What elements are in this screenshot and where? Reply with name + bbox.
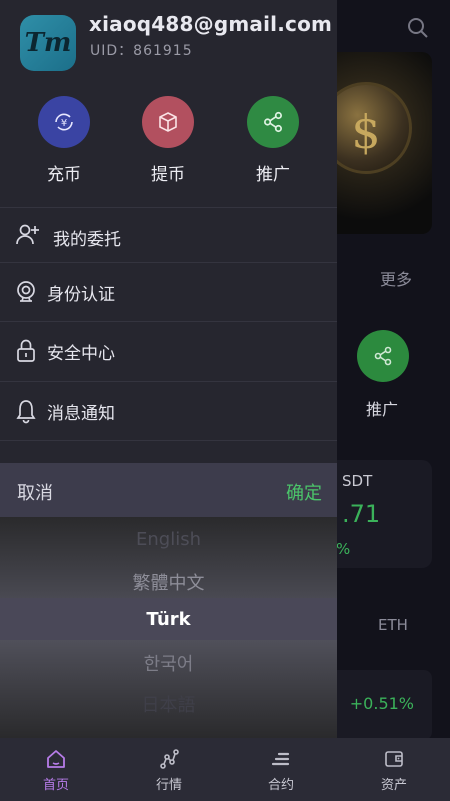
market-card-symbol: SDT [342, 472, 373, 490]
market-row-change: +0.51% [349, 694, 414, 713]
menu-item-label: 安全中心 [47, 343, 115, 364]
avatar[interactable]: Tm [20, 15, 76, 71]
nav-assets[interactable]: 资产 [359, 748, 429, 793]
deposit-button[interactable]: ¥ 充币 [29, 96, 99, 185]
nav-label: 行情 [155, 778, 182, 793]
menu-item-label: 消息通知 [47, 403, 115, 424]
language-picker[interactable]: English 繁體中文 Türk 한국어 日本語 [0, 517, 337, 738]
menu-item-identity[interactable]: 身份认证 [0, 263, 337, 321]
picker-confirm-button[interactable]: 确定 [286, 479, 322, 505]
user-email: xiaoq488@gmail.com [89, 12, 333, 36]
promote-label: 推广 [256, 165, 290, 185]
share-icon [247, 96, 299, 148]
picker-option[interactable]: 繁體中文 [0, 569, 337, 595]
search-icon[interactable] [406, 16, 430, 40]
picker-toolbar: 取消 确定 [0, 463, 337, 517]
market-card-value: .71 [342, 500, 381, 528]
deposit-yen-icon: ¥ [38, 96, 90, 148]
deposit-label: 充币 [47, 165, 81, 185]
nav-market[interactable]: 行情 [134, 748, 204, 793]
menu-item-notifications[interactable]: 消息通知 [0, 382, 337, 440]
withdraw-button[interactable]: 提币 [133, 96, 203, 185]
withdraw-box-icon [142, 96, 194, 148]
app-root: $ 更多 推广 SDT .71 % ETH +0.51% Tm xiaoq488… [0, 0, 450, 801]
nav-label: 资产 [380, 778, 407, 793]
more-link[interactable]: 更多 [380, 266, 412, 290]
divider [0, 440, 337, 441]
bell-icon [14, 398, 40, 424]
menu-item-label: 我的委托 [53, 229, 121, 250]
nav-label: 合约 [267, 778, 294, 793]
menu-item-label: 身份认证 [47, 284, 115, 305]
picker-option[interactable]: 한국어 [0, 650, 337, 676]
share-icon [374, 346, 392, 366]
market-row[interactable]: +0.51% [326, 670, 432, 740]
promo-label: 推广 [366, 400, 399, 419]
nav-label: 首页 [42, 778, 69, 793]
picker-option[interactable]: English [0, 529, 337, 550]
nav-home[interactable]: 首页 [21, 748, 91, 793]
avatar-text: Tm [24, 28, 72, 58]
promo-button[interactable] [357, 330, 409, 382]
tab-eth[interactable]: ETH [378, 616, 408, 634]
menu-item-security[interactable]: 安全中心 [0, 322, 337, 380]
wallet-icon [383, 748, 405, 770]
promote-button[interactable]: 推广 [238, 96, 308, 185]
picker-option[interactable]: 日本語 [0, 691, 337, 717]
nav-contract[interactable]: 合约 [246, 748, 316, 793]
svg-text:¥: ¥ [61, 118, 67, 129]
contract-icon [270, 748, 292, 770]
user-uid: UID：861915 [90, 43, 193, 59]
picker-cancel-button[interactable]: 取消 [17, 479, 53, 505]
user-add-icon [14, 222, 40, 248]
lock-icon [14, 338, 40, 364]
bottom-nav: 首页 行情 合约 资产 [0, 738, 450, 801]
withdraw-label: 提币 [151, 165, 185, 185]
market-card-change: % [336, 540, 351, 558]
camera-icon [14, 279, 40, 305]
menu-item-my-orders[interactable]: 我的委托 [0, 208, 337, 266]
market-card[interactable]: SDT .71 % [326, 460, 432, 568]
home-icon [45, 748, 67, 770]
chart-icon [158, 748, 180, 770]
picker-option-selected[interactable]: Türk [0, 609, 337, 630]
